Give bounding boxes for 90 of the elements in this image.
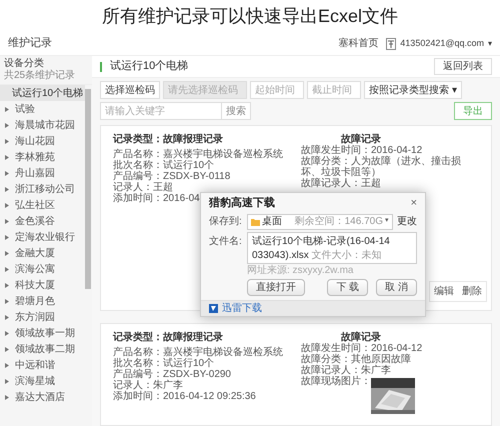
- caret-icon: [5, 234, 9, 240]
- caret-icon: [5, 314, 9, 320]
- avatar-icon: [386, 38, 396, 50]
- sidebar-item[interactable]: 碧塘月色: [0, 293, 85, 309]
- caret-icon: [5, 346, 9, 352]
- folder-icon: [251, 218, 260, 226]
- sidebar-item[interactable]: 领域故事一期: [0, 325, 85, 341]
- sidebar-item[interactable]: 试验: [0, 101, 85, 117]
- dialog-button[interactable]: 下 载: [327, 278, 368, 296]
- record-detail: 产品名称：嘉兴楼宇电梯设备巡检系统: [113, 149, 283, 160]
- caret-icon: [5, 362, 9, 368]
- caret-icon: [5, 138, 9, 144]
- back-button[interactable]: 返回列表: [434, 58, 492, 75]
- code-button[interactable]: 选择巡检码: [100, 81, 160, 99]
- sidebar-item[interactable]: 浙江移动公司: [0, 181, 85, 197]
- sidebar-item[interactable]: 弘生社区: [0, 197, 85, 213]
- dialog-title: 猎豹高速下载: [209, 196, 275, 211]
- sidebar-item[interactable]: 金色溪谷: [0, 213, 85, 229]
- caption: 所有维护记录可以快速导出Ecxel文件: [102, 4, 398, 28]
- caret-icon: [5, 154, 9, 160]
- record-detail: 产品编号：ZSDX-BY-0118: [113, 171, 230, 182]
- record-detail: 产品编号：ZSDX-BY-0290: [113, 369, 231, 380]
- caret-icon: [5, 266, 9, 272]
- free-space: 剩余空间：146.70G: [294, 214, 383, 229]
- fault-title: 故障记录: [341, 332, 381, 343]
- sidebar-item[interactable]: 科技大厦: [0, 277, 85, 293]
- record-detail: 故障记录人：王超: [301, 178, 381, 189]
- record-type-select[interactable]: 按照记录类型搜索 ▾: [364, 81, 462, 99]
- page-title: 维护记录: [8, 36, 52, 52]
- record-detail: 产品名称：嘉兴楼宇电梯设备巡检系统: [113, 347, 283, 358]
- dialog-button[interactable]: 取 消: [376, 278, 417, 296]
- sidebar-item[interactable]: 滨海星城: [0, 373, 85, 389]
- caret-icon: [5, 394, 9, 400]
- record-detail: 记录人：王超: [113, 182, 173, 193]
- record-detail: 添加时间：2016-04: [113, 193, 200, 204]
- record-detail: 添加时间：2016-04-12 09:25:36: [113, 391, 256, 402]
- start-date-field[interactable]: 起始时间: [250, 81, 304, 99]
- change-link[interactable]: 更改: [397, 214, 417, 229]
- record-type: 记录类型：故障报理记录: [113, 134, 223, 145]
- keyword-search-field[interactable]: 请输入关键字 搜索: [100, 102, 251, 120]
- field-label: 保存到:: [209, 215, 243, 229]
- sidebar-item[interactable]: 定海农业银行: [0, 229, 85, 245]
- sidebar-item[interactable]: 试运行10个电梯: [0, 85, 85, 101]
- file-name-field[interactable]: 试运行10个电梯-记录(16-04-14 033043).xlsx 文件大小：未知: [247, 232, 417, 264]
- sidebar-item[interactable]: 东方润园: [0, 309, 85, 325]
- section-title: 试运行10个电梯: [110, 59, 188, 74]
- record-detail: 故障分类：人为故障（进水、撞击损坏、垃圾卡阻等）: [301, 156, 462, 178]
- caret-icon: [5, 218, 9, 224]
- sidebar-item[interactable]: 嘉达大酒店: [0, 389, 85, 405]
- sidebar-item[interactable]: 舟山嘉园: [0, 165, 85, 181]
- sidebar-item[interactable]: 领域故事二期: [0, 341, 85, 357]
- download-tool-link[interactable]: 迅雷下载: [222, 300, 262, 316]
- record-detail: 故障现场图片：: [301, 376, 371, 387]
- source-text: 网址来源: zsxyxy.2w.ma: [246, 264, 354, 276]
- record-type: 记录类型：故障报理记录: [113, 332, 223, 343]
- sidebar-title: 设备分类: [4, 58, 45, 70]
- record-detail: 故障发生时间：2016-04-12: [301, 145, 422, 156]
- caret-icon: [5, 202, 9, 208]
- record-detail: 故障记录人：朱广李: [301, 365, 391, 376]
- caret-icon: [5, 282, 9, 288]
- sidebar-item[interactable]: 海山花园: [0, 133, 85, 149]
- sidebar-item[interactable]: 金融大厦: [0, 245, 85, 261]
- record-detail: 记录人：朱广李: [113, 380, 183, 391]
- sidebar-item[interactable]: 海晨城市花园: [0, 117, 85, 133]
- caret-icon: [5, 106, 9, 112]
- caret-icon: [5, 298, 9, 304]
- caret-icon: [5, 122, 9, 128]
- caret-icon: [5, 378, 9, 384]
- caret-icon: [5, 330, 9, 336]
- close-button[interactable]: ×: [410, 195, 417, 212]
- field-label: 文件名:: [209, 234, 243, 248]
- caret-icon[interactable]: ▾: [488, 38, 492, 50]
- record-detail: 故障分类：其他原因故障: [301, 354, 411, 365]
- sidebar-item[interactable]: 中远和谐: [0, 357, 85, 373]
- search-button[interactable]: 搜索: [221, 103, 250, 119]
- record-detail: 批次名称：试运行10个: [113, 160, 214, 171]
- download-app-icon: [209, 304, 218, 312]
- home-link[interactable]: 塞科首页: [338, 36, 378, 51]
- record-detail: 故障发生时间：2016-04-12: [301, 343, 422, 354]
- end-date-field[interactable]: 截止时间: [307, 81, 361, 99]
- sidebar-item[interactable]: 李林雅苑: [0, 149, 85, 165]
- record-detail: 批次名称：试运行10个: [113, 358, 214, 369]
- dialog-button[interactable]: 直接打开: [247, 278, 305, 296]
- sidebar-item[interactable]: 滨海公寓: [0, 261, 85, 277]
- caret-icon: [5, 186, 9, 192]
- caret-icon: [5, 250, 9, 256]
- record-count: 共25条维护记录: [4, 70, 76, 82]
- fault-title: 故障记录: [341, 134, 381, 145]
- caret-icon: [5, 170, 9, 176]
- user-email[interactable]: 413502421@qq.com: [400, 36, 484, 50]
